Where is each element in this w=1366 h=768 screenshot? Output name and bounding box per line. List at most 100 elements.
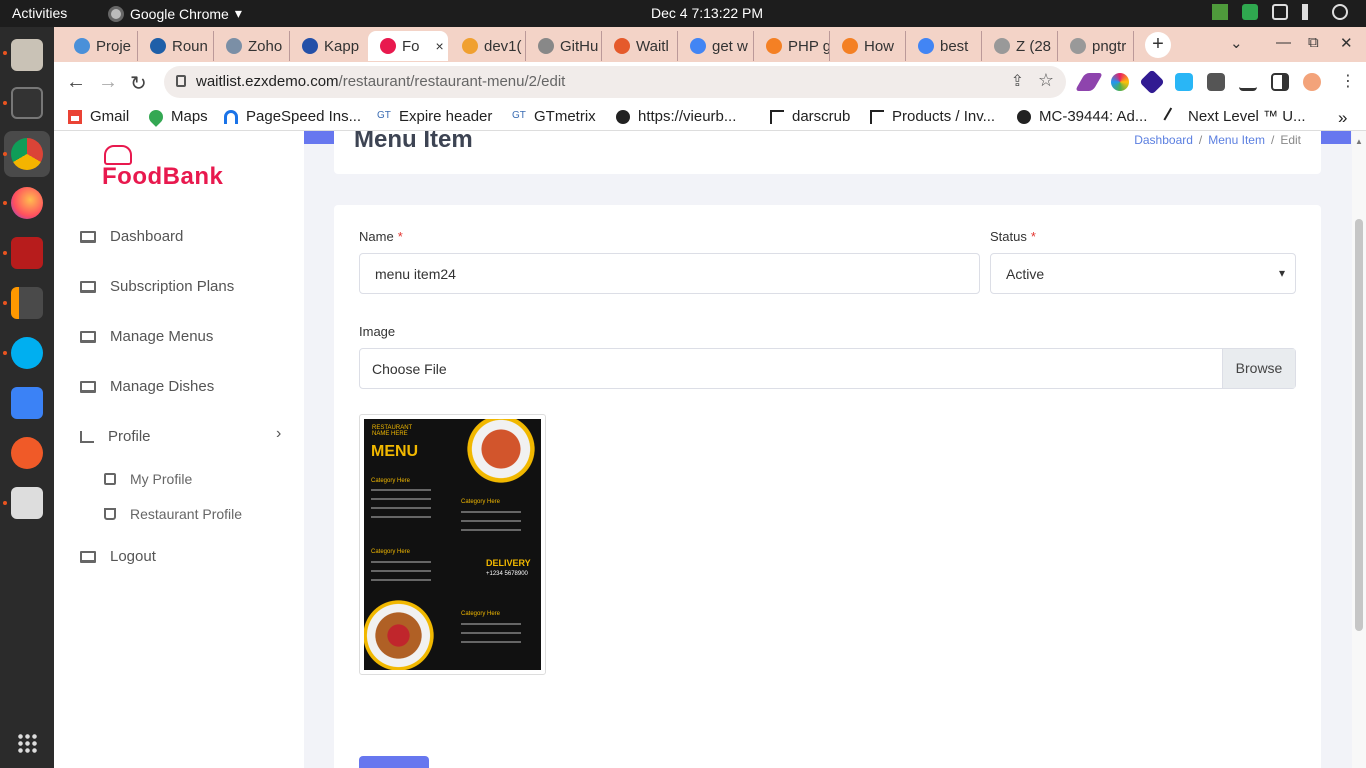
address-bar[interactable]: waitlist.ezxdemo.com/restaurant/restaura…	[164, 66, 1066, 98]
bookmark-star-icon[interactable]: ☆	[1038, 70, 1054, 91]
document-viewer-icon[interactable]	[11, 487, 43, 519]
globe-icon	[616, 109, 630, 124]
system-clock[interactable]: Dec 4 7:13:22 PM	[651, 5, 763, 21]
sidebar-item-subscription-plans[interactable]: Subscription Plans	[80, 278, 234, 295]
new-tab-button[interactable]: +	[1145, 32, 1171, 58]
page-scrollbar[interactable]: ▲	[1352, 131, 1366, 768]
breadcrumb-menu-item[interactable]: Menu Item	[1208, 133, 1265, 147]
tab[interactable]: pngtr	[1058, 31, 1134, 61]
activities-button[interactable]: Activities	[12, 5, 67, 21]
foodbank-logo[interactable]: FoodBank	[102, 145, 247, 195]
puzzle-extensions-icon[interactable]	[1207, 73, 1225, 91]
chef-hat-icon	[104, 145, 132, 165]
lock-icon[interactable]	[176, 75, 186, 87]
bookmark-label: darscrub	[792, 108, 851, 125]
bookmark-item[interactable]: MC-39444: Ad...	[1017, 108, 1147, 125]
laptop-icon	[80, 330, 96, 343]
bookmark-item[interactable]: Gmail	[68, 108, 129, 125]
tab[interactable]: dev1(	[450, 31, 526, 61]
submit-button[interactable]	[359, 756, 429, 768]
close-icon[interactable]: ×	[436, 38, 444, 54]
tab-search-icon[interactable]: ⌄	[1230, 34, 1243, 52]
show-apps-icon[interactable]	[17, 733, 37, 753]
image-file-input[interactable]: Choose File Browse	[359, 348, 1296, 389]
bookmark-item[interactable]: Next Level ™ U...	[1163, 106, 1306, 127]
firefox-icon[interactable]	[11, 187, 43, 219]
skype-icon[interactable]	[11, 337, 43, 369]
tab[interactable]: Kapp	[290, 31, 366, 61]
menu-kebab-icon[interactable]: ⋮	[1340, 71, 1356, 91]
layers-extension-icon[interactable]	[1139, 69, 1165, 95]
bookmark-item[interactable]: GT GTmetrix	[512, 108, 596, 125]
screenshot-icon[interactable]	[11, 387, 43, 419]
sublime-icon[interactable]	[11, 287, 43, 319]
tab[interactable]: best	[906, 31, 982, 61]
postman-icon[interactable]	[11, 437, 43, 469]
volume-icon[interactable]	[1302, 4, 1318, 20]
tab[interactable]: Waitl	[602, 31, 678, 61]
filezilla-icon[interactable]	[11, 237, 43, 269]
sidebar-subitem-my-profile[interactable]: My Profile	[104, 471, 192, 487]
breadcrumb-dashboard[interactable]: Dashboard	[1134, 133, 1193, 147]
reload-button[interactable]: ↻	[130, 71, 147, 96]
bookmark-item[interactable]: Products / Inv...	[870, 108, 995, 125]
sidebar-item-dashboard[interactable]: Dashboard	[80, 228, 183, 245]
code-extension-icon[interactable]	[1175, 73, 1193, 91]
feather-extension-icon[interactable]	[1074, 73, 1104, 91]
side-panel-icon[interactable]	[1271, 73, 1289, 91]
network-icon[interactable]	[1272, 4, 1288, 20]
tab[interactable]: How	[830, 31, 906, 61]
download-icon[interactable]	[1239, 73, 1257, 91]
tab[interactable]: Proje	[62, 31, 138, 61]
tab[interactable]: Roun	[138, 31, 214, 61]
tab-label: pngtr	[1092, 37, 1127, 55]
url-text[interactable]: waitlist.ezxdemo.com/restaurant/restaura…	[196, 73, 565, 90]
scroll-up-icon[interactable]: ▲	[1355, 137, 1363, 146]
window-close-button[interactable]: ✕	[1340, 34, 1353, 52]
update-check-icon[interactable]	[1242, 4, 1258, 20]
tab[interactable]: PHP g	[754, 31, 830, 61]
food-plate-graphic	[364, 593, 441, 670]
scrollbar-thumb[interactable]	[1355, 219, 1363, 631]
menu-item-form: Name * menu item24 Status * Active ▾ Image…	[334, 205, 1321, 768]
tab[interactable]: GitHu	[526, 31, 602, 61]
sidebar-item-manage-menus[interactable]: Manage Menus	[80, 328, 213, 345]
bookmark-item[interactable]: Maps	[146, 106, 208, 127]
sidebar-item-logout[interactable]: Logout	[80, 548, 156, 565]
color-picker-extension-icon[interactable]	[1111, 73, 1129, 91]
share-icon[interactable]: ⇪	[1011, 71, 1024, 91]
files-icon[interactable]	[11, 39, 43, 71]
breadcrumb-separator: /	[1198, 133, 1203, 147]
system-tray[interactable]	[1212, 4, 1348, 20]
tab-active[interactable]: Fo ×	[368, 31, 448, 61]
tab[interactable]: get w	[678, 31, 754, 61]
tab-label: GitHu	[560, 37, 599, 55]
forward-button[interactable]: →	[98, 71, 118, 94]
app-menu[interactable]: Google Chrome ▾	[108, 5, 242, 22]
tab[interactable]: Z (28	[982, 31, 1058, 61]
sidebar-item-manage-dishes[interactable]: Manage Dishes	[80, 378, 214, 395]
browse-button[interactable]: Browse	[1222, 349, 1295, 388]
name-input[interactable]: menu item24	[359, 253, 980, 294]
minimize-button[interactable]: —	[1276, 34, 1291, 51]
status-select[interactable]: Active ▾	[990, 253, 1296, 294]
bookmark-item[interactable]: https://vieurb...	[616, 108, 736, 125]
maximize-button[interactable]: ⧉	[1308, 34, 1319, 51]
system-monitor-icon[interactable]	[1212, 4, 1228, 20]
bookmark-item[interactable]: GT Expire header	[377, 108, 492, 125]
bookmark-item[interactable]: darscrub	[770, 108, 850, 125]
sidebar-subitem-restaurant-profile[interactable]: Restaurant Profile	[104, 506, 242, 522]
sidebar-item-profile[interactable]: Profile	[80, 428, 151, 445]
chevron-right-icon[interactable]: ›	[276, 425, 281, 443]
chrome-icon[interactable]	[11, 138, 43, 170]
back-button[interactable]: ←	[66, 71, 86, 94]
tab-label: Fo	[402, 37, 420, 55]
power-icon[interactable]	[1332, 4, 1348, 20]
tab-label: Roun	[172, 37, 208, 55]
bookmarks-overflow-button[interactable]: »	[1338, 108, 1347, 128]
tab[interactable]: Zoho	[214, 31, 290, 61]
tab-favicon-icon	[380, 38, 396, 54]
terminal-icon[interactable]	[11, 87, 43, 119]
bookmark-item[interactable]: PageSpeed Ins...	[224, 108, 361, 125]
profile-avatar-icon[interactable]	[1303, 73, 1321, 91]
